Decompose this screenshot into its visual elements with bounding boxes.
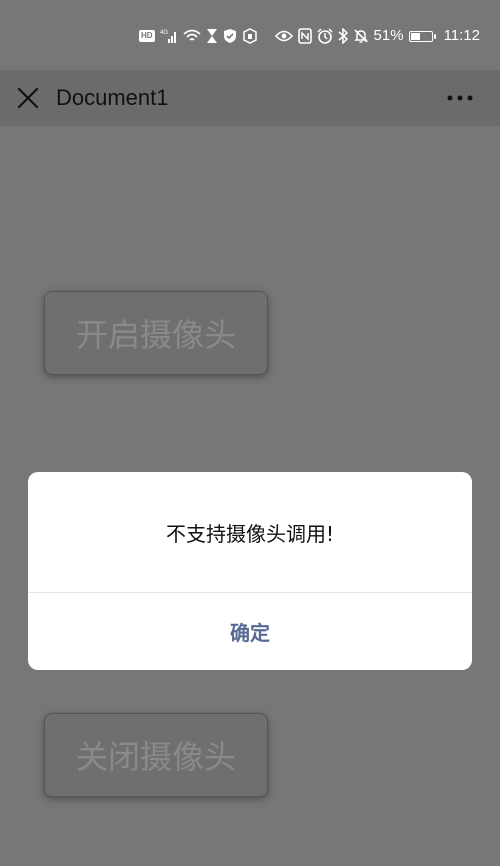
page-title: Document1 <box>56 85 169 110</box>
battery-level <box>410 32 421 40</box>
eye-icon <box>274 26 293 46</box>
network-type-label: 4G <box>160 30 168 36</box>
open-camera-button[interactable]: 开启摄像头 <box>44 291 268 375</box>
clock-time: 11:12 <box>443 27 480 44</box>
bluetooth-icon <box>338 26 348 46</box>
signal-icon: 4G <box>160 26 178 46</box>
shield-check-icon <box>223 26 237 46</box>
alarm-icon <box>317 26 333 46</box>
status-bar: HD 4G 51% 11:12 <box>0 0 500 70</box>
hand-shield-icon <box>242 26 258 46</box>
more-horizontal-icon <box>447 95 473 101</box>
close-camera-button[interactable]: 关闭摄像头 <box>44 713 268 797</box>
hourglass-icon <box>206 26 218 46</box>
battery-icon <box>408 26 436 46</box>
nfc-icon <box>297 26 312 46</box>
close-button[interactable] <box>12 82 44 114</box>
status-icons: HD 4G 51% 11:12 <box>138 24 480 48</box>
confirm-button[interactable]: 确定 <box>28 593 472 670</box>
hd-icon: HD <box>138 26 155 46</box>
battery-percent: 51% <box>373 27 404 44</box>
hd-badge: HD <box>138 30 155 42</box>
mute-icon <box>353 26 369 46</box>
alert-dialog: 不支持摄像头调用! 确定 <box>28 472 472 670</box>
dialog-message: 不支持摄像头调用! <box>165 521 335 546</box>
more-options-button[interactable] <box>444 82 476 114</box>
wifi-icon <box>182 26 201 46</box>
title-bar: Document1 <box>0 70 500 126</box>
battery-outline <box>408 30 436 42</box>
close-icon <box>17 87 39 109</box>
